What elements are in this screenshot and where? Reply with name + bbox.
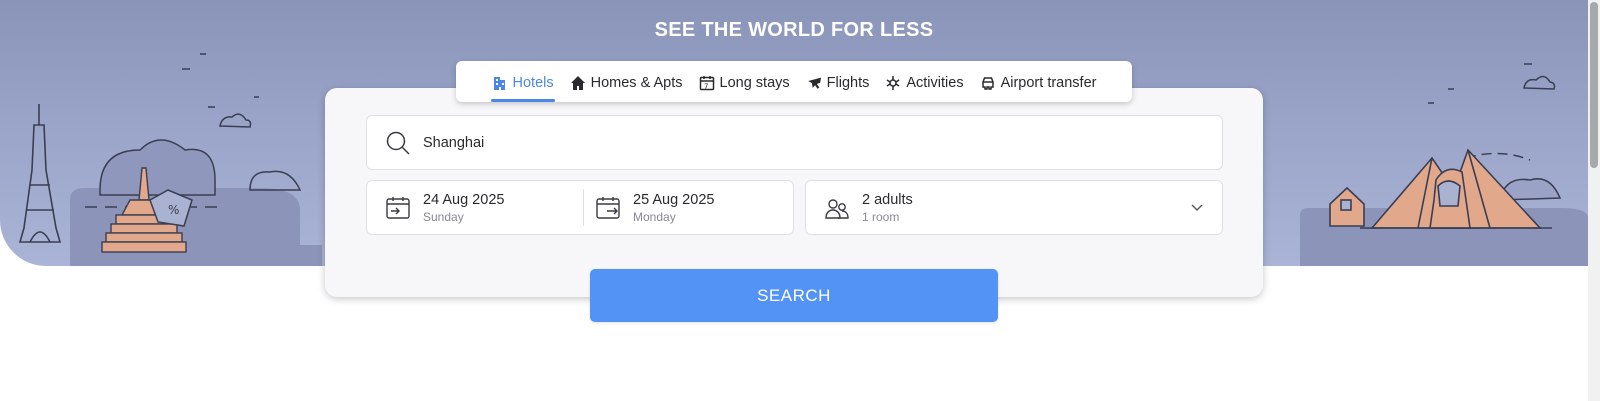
destination-input[interactable] — [423, 134, 1183, 151]
tab-homes-apts-label: Homes & Apts — [590, 74, 683, 91]
calendar-7-icon: 7 — [699, 75, 714, 90]
activities-icon — [886, 75, 900, 90]
home-icon — [570, 75, 585, 90]
tab-airport-transfer-label: Airport transfer — [1000, 74, 1097, 91]
tab-flights-label: Flights — [826, 74, 870, 91]
tab-airport-transfer[interactable]: Airport transfer — [979, 63, 1098, 102]
guests-adults: 2 adults — [862, 191, 913, 208]
tab-long-stays[interactable]: 7 Long stays — [698, 63, 791, 102]
calendar-checkout-icon — [596, 196, 620, 219]
hero-title: SEE THE WORLD FOR LESS — [654, 19, 934, 41]
product-tabs: Hotels Homes & Apts 7 Long stays Flights… — [456, 61, 1132, 102]
scrollbar-thumb[interactable] — [1590, 2, 1598, 168]
tab-long-stays-label: Long stays — [719, 74, 790, 91]
destination-field[interactable] — [366, 115, 1223, 170]
calendar-checkin-icon — [386, 196, 410, 219]
date-range-picker: 24 Aug 2025 Sunday 25 Aug 2025 Monday — [366, 180, 794, 235]
tab-activities[interactable]: Activities — [884, 63, 964, 102]
chevron-down-icon — [1191, 204, 1203, 211]
checkout-date-value: 25 Aug 2025 — [633, 191, 715, 208]
tab-homes-apts[interactable]: Homes & Apts — [569, 63, 684, 102]
checkin-date[interactable]: 24 Aug 2025 Sunday — [367, 181, 583, 234]
tab-hotels[interactable]: Hotels — [490, 63, 555, 102]
checkin-day: Sunday — [423, 209, 464, 224]
tab-flights[interactable]: Flights — [805, 63, 871, 102]
page-scrollbar[interactable] — [1588, 0, 1600, 401]
guests-rooms-selector[interactable]: 2 adults 1 room — [805, 180, 1223, 235]
tab-activities-label: Activities — [906, 74, 964, 91]
checkout-day: Monday — [633, 209, 676, 224]
car-icon — [981, 76, 994, 90]
svg-text:%: % — [168, 203, 179, 217]
page: % SEE THE WORLD FOR LESS Hotels Homes & … — [0, 0, 1600, 401]
plane-icon — [807, 77, 821, 89]
search-icon — [386, 131, 410, 155]
checkin-date-value: 24 Aug 2025 — [423, 191, 505, 208]
svg-text:7: 7 — [704, 82, 708, 90]
guests-rooms: 1 room — [862, 209, 900, 224]
checkout-date[interactable]: 25 Aug 2025 Monday — [583, 189, 793, 226]
guests-icon — [825, 198, 849, 219]
tab-hotels-label: Hotels — [512, 74, 554, 91]
hotel-icon — [493, 76, 505, 90]
search-button[interactable]: SEARCH — [590, 269, 998, 322]
